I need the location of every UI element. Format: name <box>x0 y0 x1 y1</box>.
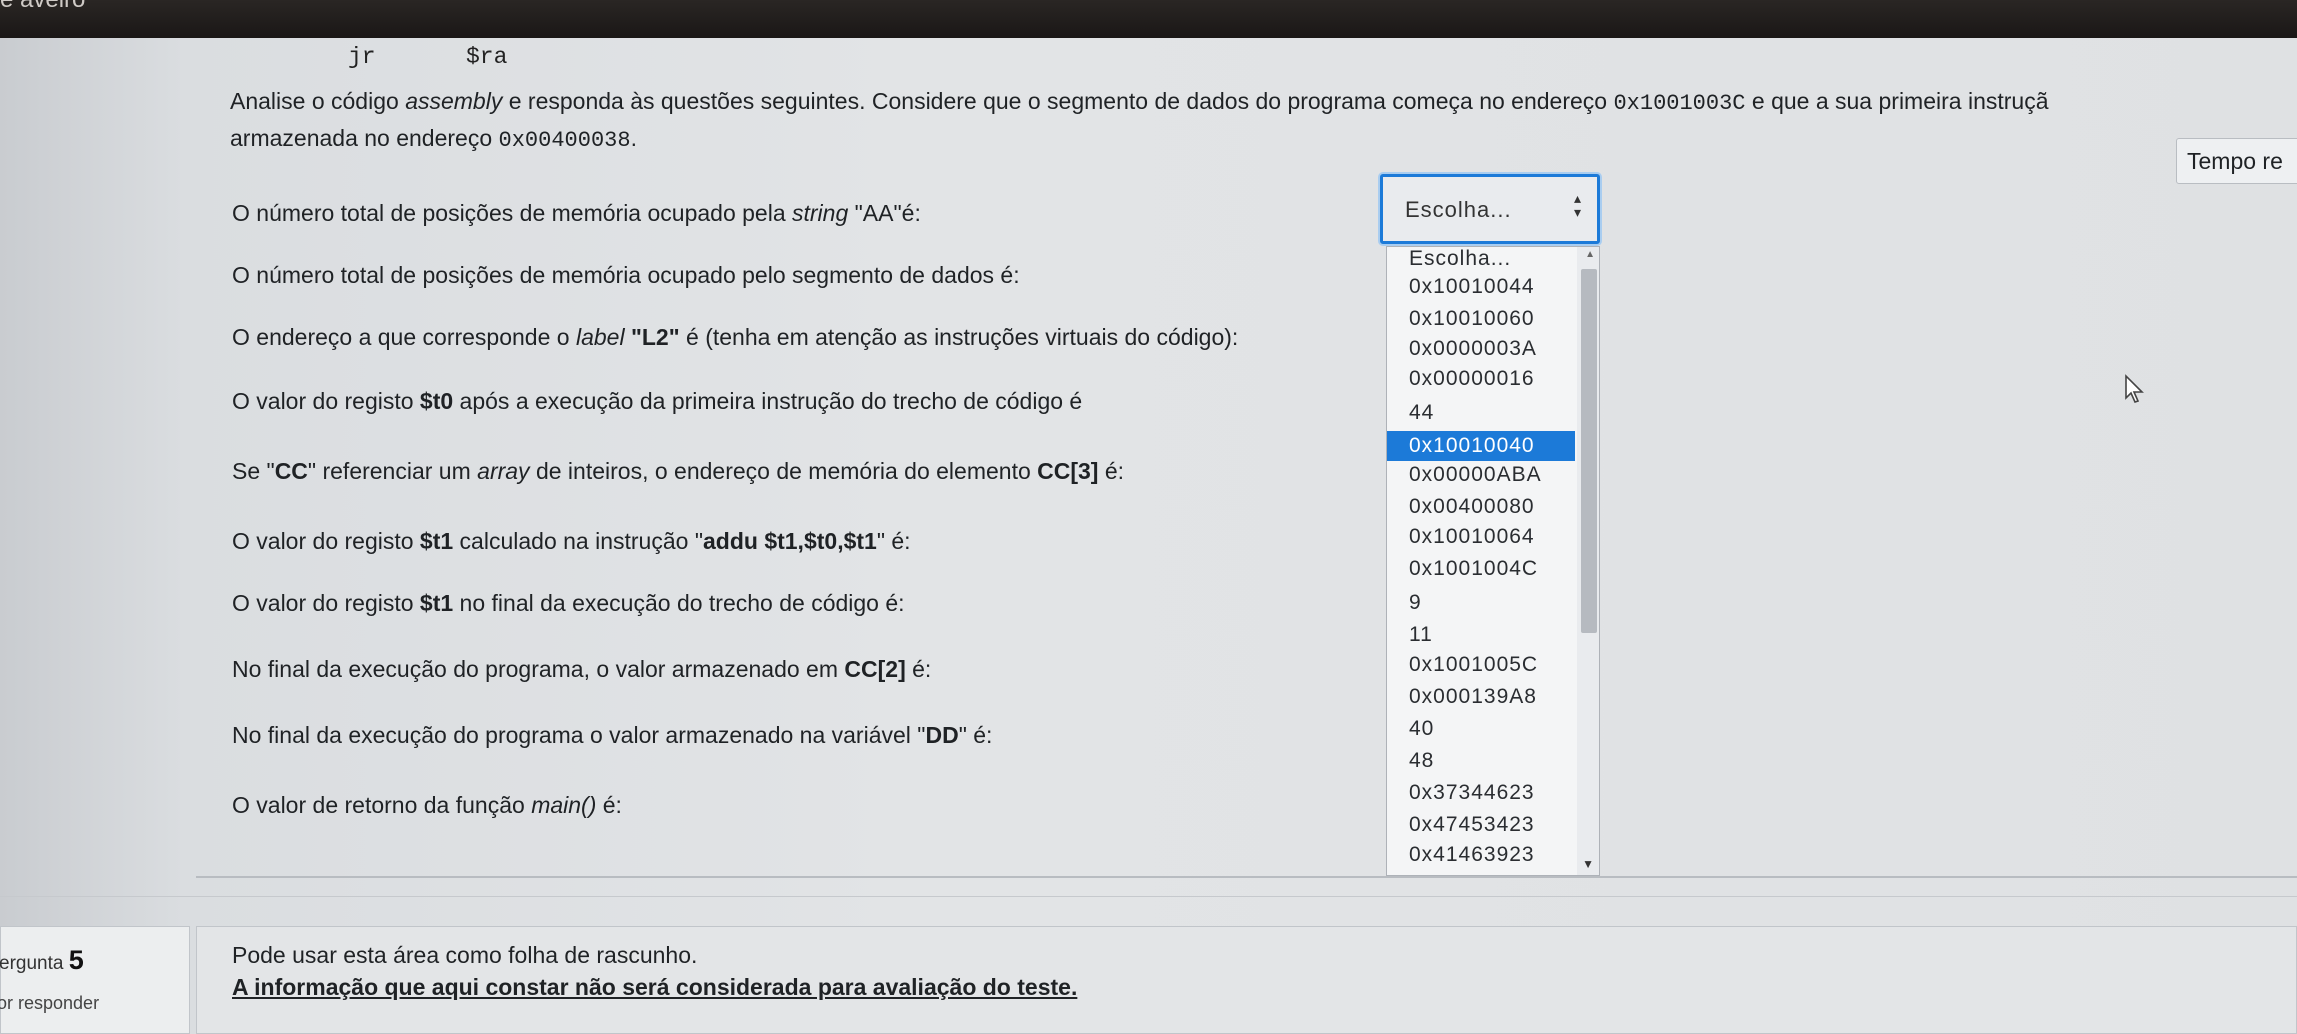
dropdown-option[interactable]: 0x10010060 <box>1409 307 1535 331</box>
scroll-down-icon[interactable]: ▼ <box>1582 857 1594 871</box>
select-arrows-icon: ▴ ▾ <box>1573 190 1581 220</box>
dropdown-option[interactable]: 0x10010044 <box>1409 275 1535 299</box>
dropdown-option[interactable]: 0x0000003A <box>1409 337 1537 361</box>
dropdown-option[interactable]: 0x00000ABA <box>1409 463 1542 487</box>
question-intro: Analise o código assembly e responda às … <box>230 88 2049 153</box>
dropdown-option[interactable]: 0x37344623 <box>1409 781 1535 805</box>
dropdown-option[interactable]: 0x1001005C <box>1409 653 1538 677</box>
browser-top-bar: e aveiro <box>0 0 2297 38</box>
dropdown-option[interactable]: 0x47453423 <box>1409 813 1535 837</box>
scroll-up-icon[interactable]: ▲ <box>1585 249 1595 260</box>
select-value: Escolha... <box>1405 197 1512 222</box>
question-8: No final da execução do programa, o valo… <box>232 656 932 682</box>
divider <box>0 896 2297 897</box>
dropdown-option[interactable]: 0x10010064 <box>1409 525 1535 549</box>
dropdown-option[interactable]: 0x000139A8 <box>1409 685 1537 709</box>
dropdown-option[interactable]: 0x10010040 <box>1387 431 1575 461</box>
question-2: O número total de posições de memória oc… <box>232 262 1020 288</box>
dropdown-option[interactable]: 0x1001004C <box>1409 557 1538 581</box>
question-4: O valor do registo $t0 após a execução d… <box>232 388 1083 414</box>
question-10: O valor de retorno da função main() é: <box>232 792 622 818</box>
select-dropdown[interactable]: Escolha... 0x10010044 0x10010060 0x0000003A… <box>1386 246 1600 876</box>
question-status: or responder <box>0 993 100 1013</box>
question-6: O valor do registo $t1 calculado na inst… <box>232 528 911 554</box>
question-9: No final da execução do programa o valor… <box>232 722 993 748</box>
dropdown-option[interactable]: Escolha... <box>1409 247 1511 271</box>
scratch-warning: A informação que aqui constar não será c… <box>232 974 1078 1000</box>
dropdown-option[interactable]: 0x00000016 <box>1409 367 1535 391</box>
dropdown-option[interactable]: 9 <box>1409 591 1422 615</box>
scratch-note: Pode usar esta área como folha de rascun… <box>232 942 698 968</box>
question-7: O valor do registo $t1 no final da execu… <box>232 590 905 616</box>
code-operand: $ra <box>466 44 508 70</box>
divider <box>196 876 2297 878</box>
mouse-cursor-icon <box>2125 374 2144 403</box>
dropdown-option[interactable]: 0x41463923 <box>1409 843 1535 867</box>
answer-select[interactable]: Escolha... ▴ ▾ <box>1380 174 1600 244</box>
dropdown-option[interactable]: 40 <box>1409 717 1434 741</box>
question-number: ergunta 5 <box>0 945 84 975</box>
question-5-info: ergunta 5 or responder <box>0 926 190 1034</box>
timer-box: Tempo re <box>2176 138 2297 184</box>
dropdown-option[interactable]: 48 <box>1409 749 1434 773</box>
code-instruction: jr <box>348 44 376 70</box>
question-5: Se "CC" referenciar um array de inteiros… <box>232 458 1125 484</box>
dropdown-option[interactable]: 11 <box>1409 623 1433 647</box>
dropdown-scrollbar[interactable]: ▲ ▼ <box>1577 247 1599 875</box>
dropdown-option[interactable]: 0x00400080 <box>1409 495 1535 519</box>
dropdown-option[interactable]: 44 <box>1409 401 1434 425</box>
window-title: e aveiro <box>0 0 85 14</box>
question-1: O número total de posições de memória oc… <box>232 200 921 226</box>
scrollbar-thumb[interactable] <box>1581 269 1597 633</box>
question-3: O endereço a que corresponde o label "L2… <box>232 324 1239 350</box>
